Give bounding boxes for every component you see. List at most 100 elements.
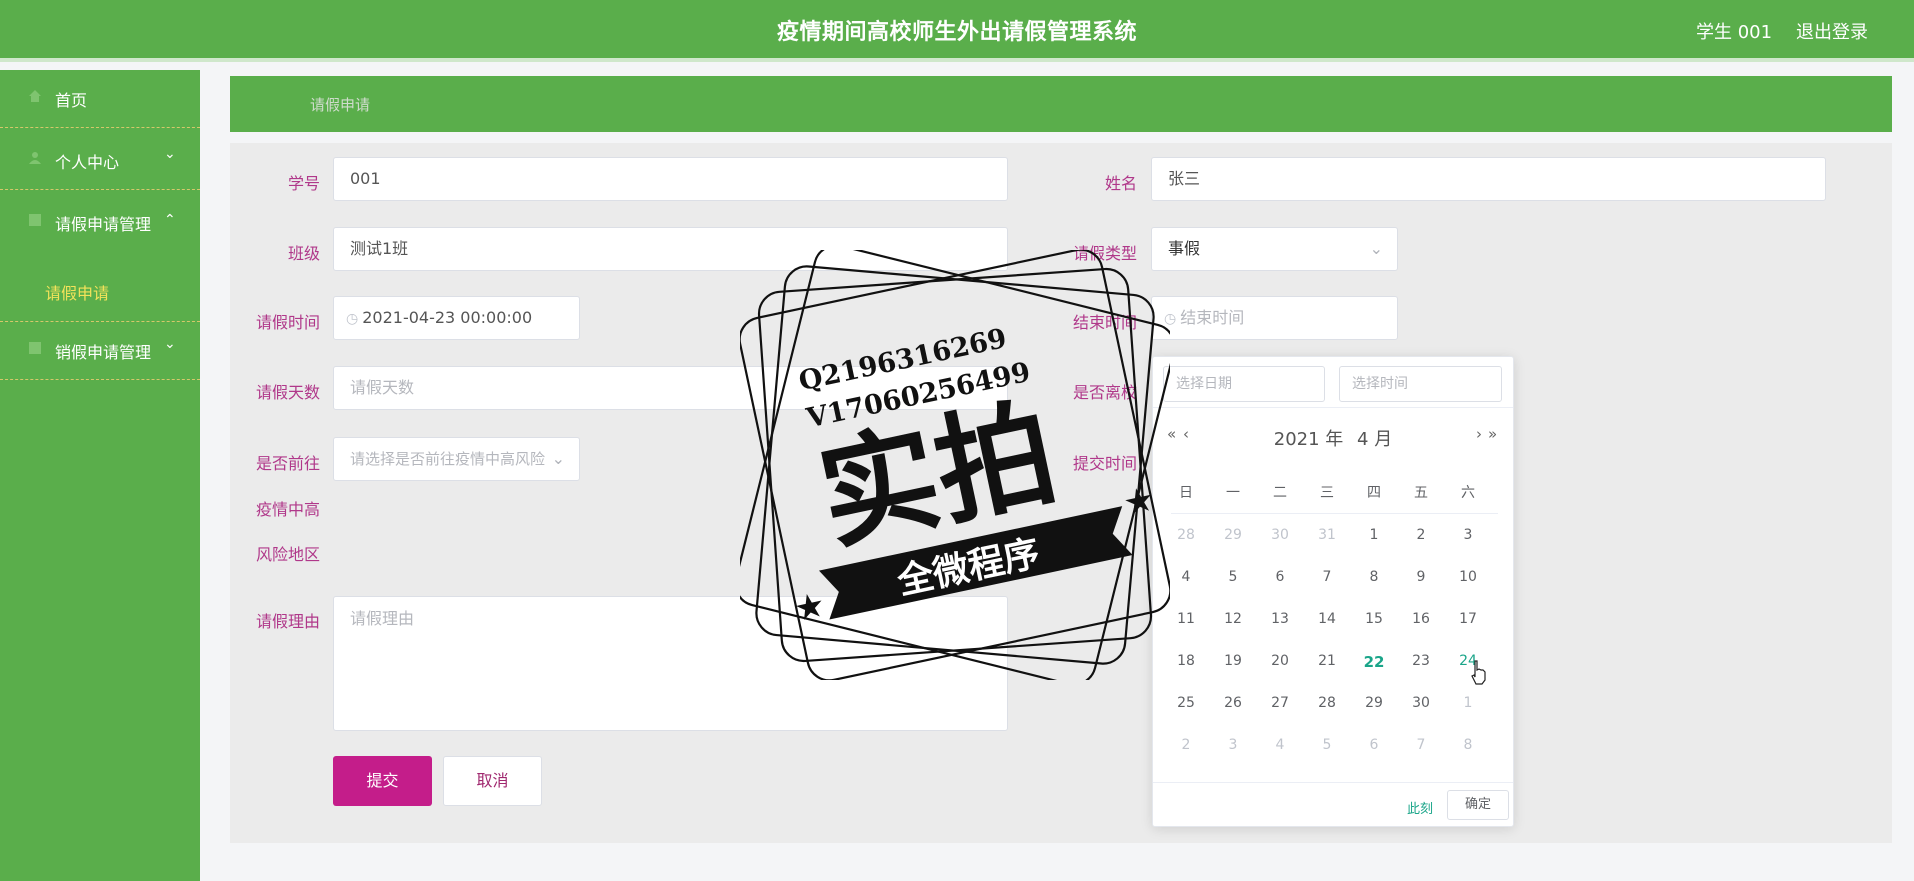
divider: [1171, 513, 1498, 514]
student-id-input[interactable]: 001: [333, 157, 1008, 201]
calendar-day[interactable]: 7: [1307, 569, 1347, 585]
leave-type-select[interactable]: 事假 ⌄: [1151, 227, 1398, 271]
logout-link[interactable]: 退出登录: [1796, 18, 1868, 44]
calendar-day[interactable]: 17: [1448, 611, 1488, 627]
breadcrumb: 请假申请: [230, 76, 1892, 132]
sidebar-subitem-leave-apply[interactable]: 请假申请: [0, 260, 200, 322]
calendar-day[interactable]: 4: [1260, 737, 1300, 753]
calendar-day[interactable]: 23: [1401, 653, 1441, 669]
sidebar-item-label: 销假申请管理: [55, 343, 152, 362]
picker-month[interactable]: 4 月: [1357, 429, 1392, 450]
submit-button[interactable]: 提交: [333, 756, 432, 806]
calendar-day[interactable]: 28: [1166, 527, 1206, 543]
calendar-day[interactable]: 13: [1260, 611, 1300, 627]
calendar-day[interactable]: 18: [1166, 653, 1206, 669]
watermark-stamp: Q2196316269 V17060256499 实拍 全微程序 ★ ★: [740, 250, 1170, 680]
picker-date-input[interactable]: 选择日期: [1163, 366, 1325, 402]
sidebar: 首页 个人中心 ⌄ 请假申请管理 ⌃ 请假申请 销假申请管理 ⌄: [0, 70, 200, 881]
clock-icon: ◷: [346, 311, 359, 327]
risk-area-label-2: 风险地区: [256, 545, 321, 564]
calendar-day[interactable]: 14: [1307, 611, 1347, 627]
calendar-day[interactable]: 2: [1166, 737, 1206, 753]
calendar-day[interactable]: 5: [1213, 569, 1253, 585]
weekday-header: 三: [1320, 485, 1334, 501]
sidebar-subitem-label: 请假申请: [45, 284, 110, 303]
calendar-day[interactable]: 30: [1401, 695, 1441, 711]
breadcrumb-item[interactable]: 请假申请: [310, 94, 370, 115]
calendar-day[interactable]: 1: [1354, 527, 1394, 543]
chevron-down-icon: ⌄: [164, 336, 176, 352]
star-icon: ★: [1120, 479, 1158, 524]
leave-time-label: 请假时间: [255, 313, 320, 332]
student-id-label: 学号: [287, 174, 320, 193]
calendar-day[interactable]: 1: [1448, 695, 1488, 711]
end-time-input[interactable]: ◷ 结束时间: [1151, 296, 1398, 340]
weekday-header: 二: [1273, 485, 1287, 501]
calendar-day[interactable]: 19: [1213, 653, 1253, 669]
leave-time-value: 2021-04-23 00:00:00: [362, 308, 533, 327]
calendar-day[interactable]: 6: [1354, 737, 1394, 753]
sidebar-item-profile[interactable]: 个人中心 ⌄: [0, 132, 200, 190]
calendar-day[interactable]: 27: [1260, 695, 1300, 711]
leave-time-input[interactable]: ◷ 2021-04-23 00:00:00: [333, 296, 580, 340]
sidebar-item-leave-apply[interactable]: 请假申请管理 ⌃: [0, 194, 200, 252]
user-icon: [29, 152, 41, 164]
calendar-day[interactable]: 7: [1401, 737, 1441, 753]
weekday-header: 四: [1367, 485, 1381, 501]
calendar-day[interactable]: 4: [1166, 569, 1206, 585]
calendar-day[interactable]: 20: [1260, 653, 1300, 669]
risk-area-label-1: 疫情中高: [256, 500, 321, 519]
calendar-day[interactable]: 15: [1354, 611, 1394, 627]
go-risk-placeholder: 请选择是否前往疫情中高风险: [350, 450, 545, 468]
name-input[interactable]: 张三: [1151, 157, 1826, 201]
calendar-day[interactable]: 22: [1354, 653, 1394, 671]
calendar-day[interactable]: 3: [1213, 737, 1253, 753]
chevron-down-icon: ⌄: [164, 146, 176, 162]
calendar-day[interactable]: 9: [1401, 569, 1441, 585]
divider: [1153, 782, 1513, 783]
calendar-day[interactable]: 26: [1213, 695, 1253, 711]
calendar-day[interactable]: 29: [1213, 527, 1253, 543]
calendar-day[interactable]: 6: [1260, 569, 1300, 585]
calendar-day[interactable]: 8: [1354, 569, 1394, 585]
confirm-button[interactable]: 确定: [1447, 790, 1509, 820]
sidebar-item-home[interactable]: 首页: [0, 70, 200, 128]
calendar-day[interactable]: 10: [1448, 569, 1488, 585]
calendar-day[interactable]: 28: [1307, 695, 1347, 711]
calendar-day[interactable]: 2: [1401, 527, 1441, 543]
picker-year[interactable]: 2021 年: [1274, 429, 1344, 450]
calendar-day[interactable]: 25: [1166, 695, 1206, 711]
now-button[interactable]: 此刻: [1407, 798, 1433, 817]
calendar-day[interactable]: 3: [1448, 527, 1488, 543]
leave-type-value: 事假: [1168, 239, 1201, 258]
sidebar-item-cancel-leave[interactable]: 销假申请管理 ⌄: [0, 322, 200, 380]
app-title: 疫情期间高校师生外出请假管理系统: [776, 20, 1137, 45]
list-icon: [29, 342, 41, 354]
days-label: 请假天数: [255, 383, 320, 402]
picker-header: 2021 年 4 月: [1153, 425, 1513, 451]
calendar-day[interactable]: 31: [1307, 527, 1347, 543]
weekday-header: 六: [1461, 485, 1475, 501]
calendar-day[interactable]: 12: [1213, 611, 1253, 627]
calendar-day[interactable]: 16: [1401, 611, 1441, 627]
weekday-header: 五: [1414, 485, 1428, 501]
calendar-day[interactable]: 29: [1354, 695, 1394, 711]
go-risk-select[interactable]: 请选择是否前往疫情中高风险 ⌄: [333, 437, 580, 481]
star-icon: ★: [791, 585, 829, 630]
divider: [1153, 407, 1513, 408]
calendar-day[interactable]: 5: [1307, 737, 1347, 753]
picker-time-input[interactable]: 选择时间: [1339, 366, 1502, 402]
chevron-up-icon: ⌃: [164, 212, 176, 228]
calendar-day[interactable]: 11: [1166, 611, 1206, 627]
home-icon: [29, 90, 41, 102]
cancel-button[interactable]: 取消: [443, 756, 542, 806]
calendar-day[interactable]: 21: [1307, 653, 1347, 669]
current-user[interactable]: 学生 001: [1696, 18, 1772, 44]
sidebar-item-label: 请假申请管理: [55, 215, 152, 234]
calendar-day[interactable]: 30: [1260, 527, 1300, 543]
calendar-day[interactable]: 8: [1448, 737, 1488, 753]
next-year-icon[interactable]: »: [1488, 425, 1497, 443]
next-month-icon[interactable]: ›: [1476, 425, 1482, 443]
hand-cursor-icon: [1471, 660, 1486, 685]
top-bar: 疫情期间高校师生外出请假管理系统 学生 001 退出登录: [0, 0, 1914, 62]
